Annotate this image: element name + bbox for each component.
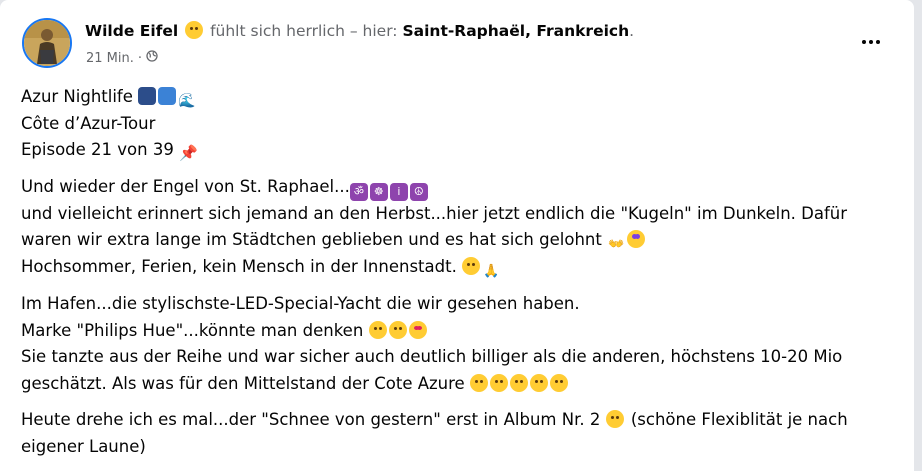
more-options-icon[interactable] (856, 28, 886, 56)
text-line: Heute drehe ich es mal...der "Schnee von… (21, 410, 601, 429)
text-line: und vielleicht erinnert sich jemand an d… (21, 203, 848, 223)
folded-hands-icon: 🙏 (482, 264, 500, 279)
information-icon: i (389, 182, 408, 201)
text-line: geschätzt. Als was für den Mittelstand d… (21, 373, 465, 393)
text-line: Hochsommer, Ferien, kein Mensch in der I… (21, 257, 457, 276)
peace-symbol-icon: ☮ (409, 182, 428, 201)
avatar-photo (24, 20, 70, 66)
author-name[interactable]: Wilde Eifel (85, 22, 178, 40)
text-line: Sie tanzte aus der Reihe und war sicher … (21, 347, 843, 366)
post-text: Azur Nightlife 🌊 Côte d’Azur-Tour Episod… (21, 84, 901, 470)
location-suffix: . (629, 22, 635, 40)
post-meta: 21 Min. · (86, 50, 158, 66)
text-line: Marke "Philips Hue"...könnte man denken (21, 320, 364, 340)
facebook-post-card: Wilde Eifel fühlt sich herrlich – hier: … (0, 0, 914, 471)
night-city-icon (138, 87, 157, 105)
paragraph-4: Heute drehe ich es mal...der "Schnee von… (21, 407, 901, 460)
wheel-of-dharma-icon: ☸ (369, 182, 388, 201)
pushpin-icon: 📌 (179, 144, 198, 162)
flushed-face-icon (462, 257, 481, 275)
grinning-face-icon (605, 410, 624, 428)
text-line: eigener Laune) (21, 436, 146, 456)
star-struck-face-icon (627, 230, 646, 248)
feeling-text: fühlt sich herrlich – hier: (210, 22, 398, 40)
slightly-smiling-face-icon (185, 21, 204, 39)
author-avatar[interactable] (22, 18, 72, 68)
crazy-face-icon (549, 373, 568, 392)
text-line: (schöne Flexiblität je nach (630, 410, 848, 429)
hushed-face-icon (489, 373, 508, 392)
paragraph-3: Im Hafen...die stylischste-LED-Special-Y… (21, 291, 901, 397)
paragraph-2: Und wieder der Engel von St. Raphael... ॐ… (21, 174, 901, 282)
wave-icon: 🌊 (178, 92, 197, 110)
location-link[interactable]: Saint-Raphaël, Frankreich (402, 22, 629, 40)
astonished-face-icon (529, 373, 548, 392)
paragraph-1: Azur Nightlife 🌊 Côte d’Azur-Tour Episod… (21, 84, 901, 164)
om-symbol-icon: ॐ (349, 182, 368, 201)
text-line: waren wir extra lange im Städtchen gebli… (21, 230, 602, 249)
post-header: Wilde Eifel fühlt sich herrlich – hier: … (85, 21, 634, 40)
open-hands-icon: 👐 (607, 237, 625, 252)
heart-eyes-face-icon (408, 320, 427, 339)
text-line: Episode 21 von 39 (21, 140, 174, 159)
text-line: Côte d’Azur-Tour (21, 113, 156, 133)
grinning-squinting-face-icon (368, 320, 387, 339)
thinking-face-icon (509, 373, 528, 392)
post-timestamp[interactable]: 21 Min. (86, 51, 134, 66)
text-line: Azur Nightlife (21, 87, 133, 106)
yawning-face-icon (469, 373, 488, 392)
meta-separator: · (137, 50, 143, 66)
beaming-face-icon (388, 320, 407, 339)
text-line: Im Hafen...die stylischste-LED-Special-Y… (21, 294, 580, 313)
text-line: Und wieder der Engel von St. Raphael... (21, 176, 350, 196)
night-scene-icon (158, 87, 177, 105)
globe-icon[interactable] (146, 50, 158, 66)
